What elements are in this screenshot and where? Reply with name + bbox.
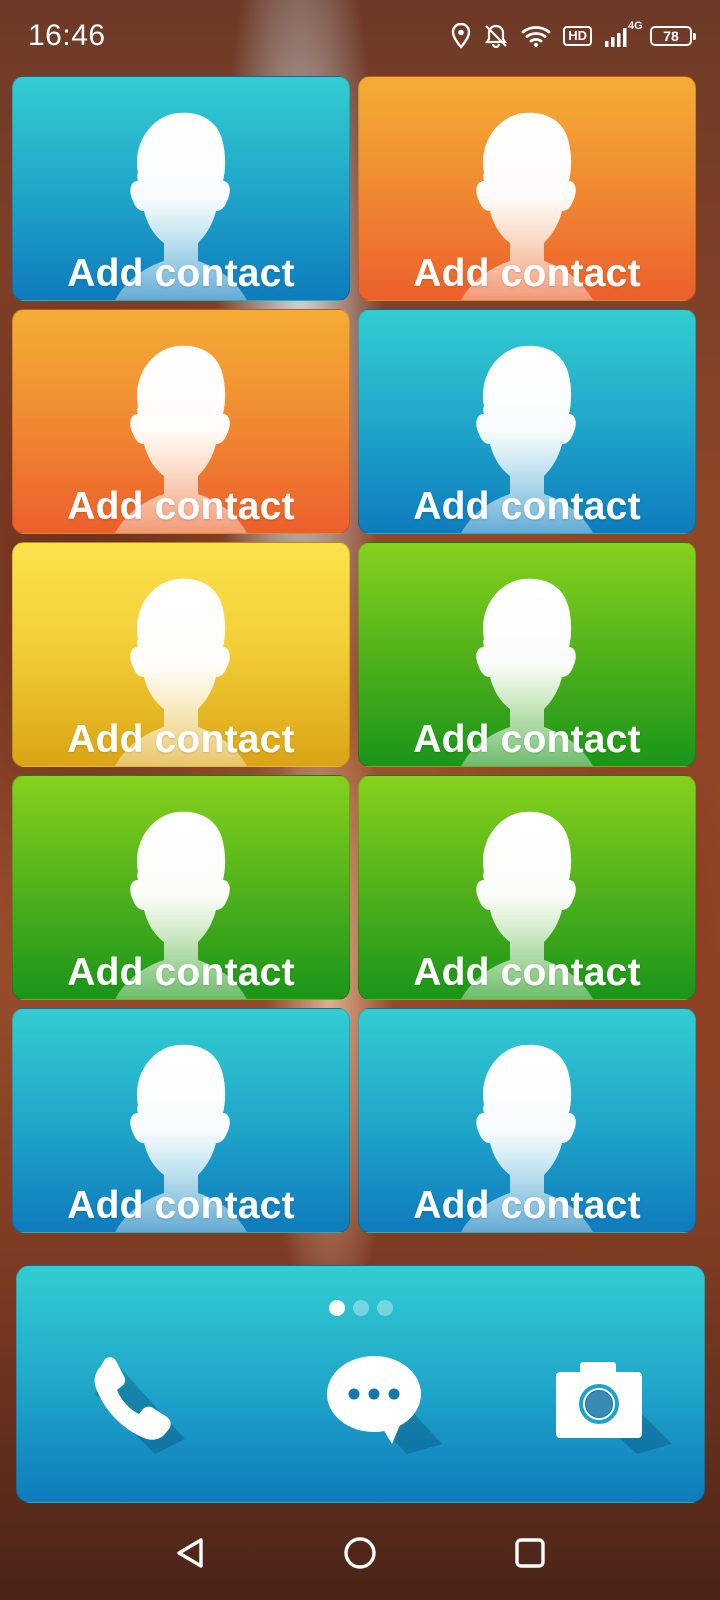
status-icons: HD 4G 78 — [451, 20, 696, 49]
add-contact-tile[interactable]: Add contact — [358, 542, 696, 767]
signal-icon: 4G — [604, 20, 643, 48]
back-button[interactable] — [160, 1525, 220, 1585]
add-contact-label: Add contact — [413, 718, 641, 761]
phone-icon — [75, 1344, 195, 1459]
hd-icon: HD — [563, 26, 592, 46]
phone-app-button[interactable] — [75, 1346, 195, 1456]
add-contact-tile[interactable]: Add contact — [12, 1008, 350, 1233]
add-contact-tile[interactable]: Add contact — [358, 76, 696, 301]
status-time: 16:46 — [28, 19, 106, 52]
add-contact-label: Add contact — [67, 485, 295, 528]
add-contact-tile[interactable]: Add contact — [12, 309, 350, 534]
page-dot[interactable] — [376, 1300, 393, 1316]
add-contact-tile[interactable]: Add contact — [12, 76, 350, 301]
add-contact-tile[interactable]: Add contact — [358, 309, 696, 534]
add-contact-label: Add contact — [413, 951, 641, 994]
network-type-label: 4G — [628, 20, 643, 32]
battery-icon: 78 — [650, 26, 696, 46]
recents-button[interactable] — [500, 1525, 560, 1585]
back-icon — [173, 1536, 207, 1575]
messages-icon — [312, 1344, 442, 1459]
page-dot[interactable] — [352, 1300, 369, 1316]
add-contact-tile[interactable]: Add contact — [358, 775, 696, 1000]
add-contact-tile[interactable]: Add contact — [358, 1008, 696, 1233]
add-contact-label: Add contact — [413, 252, 641, 295]
camera-app-button[interactable] — [547, 1346, 672, 1456]
location-icon — [451, 23, 471, 49]
dock — [16, 1265, 705, 1503]
page-indicator — [17, 1300, 704, 1316]
status-bar: 16:46 HD 4G 78 — [0, 0, 720, 72]
add-contact-label: Add contact — [67, 1184, 295, 1227]
home-button[interactable] — [330, 1525, 390, 1585]
navigation-bar — [0, 1510, 720, 1600]
add-contact-label: Add contact — [413, 1184, 641, 1227]
add-contact-label: Add contact — [67, 951, 295, 994]
home-icon — [343, 1536, 377, 1575]
page-dot[interactable] — [328, 1300, 345, 1316]
recents-icon — [513, 1536, 547, 1575]
add-contact-label: Add contact — [413, 485, 641, 528]
messages-app-button[interactable] — [317, 1346, 442, 1456]
contact-grid: Add contact Add contact Add contact Add … — [12, 76, 709, 1233]
battery-level: 78 — [663, 28, 679, 44]
add-contact-label: Add contact — [67, 718, 295, 761]
add-contact-tile[interactable]: Add contact — [12, 775, 350, 1000]
bell-off-icon — [483, 23, 509, 49]
add-contact-tile[interactable]: Add contact — [12, 542, 350, 767]
camera-icon — [542, 1344, 672, 1459]
add-contact-label: Add contact — [67, 252, 295, 295]
wifi-icon — [521, 24, 551, 48]
